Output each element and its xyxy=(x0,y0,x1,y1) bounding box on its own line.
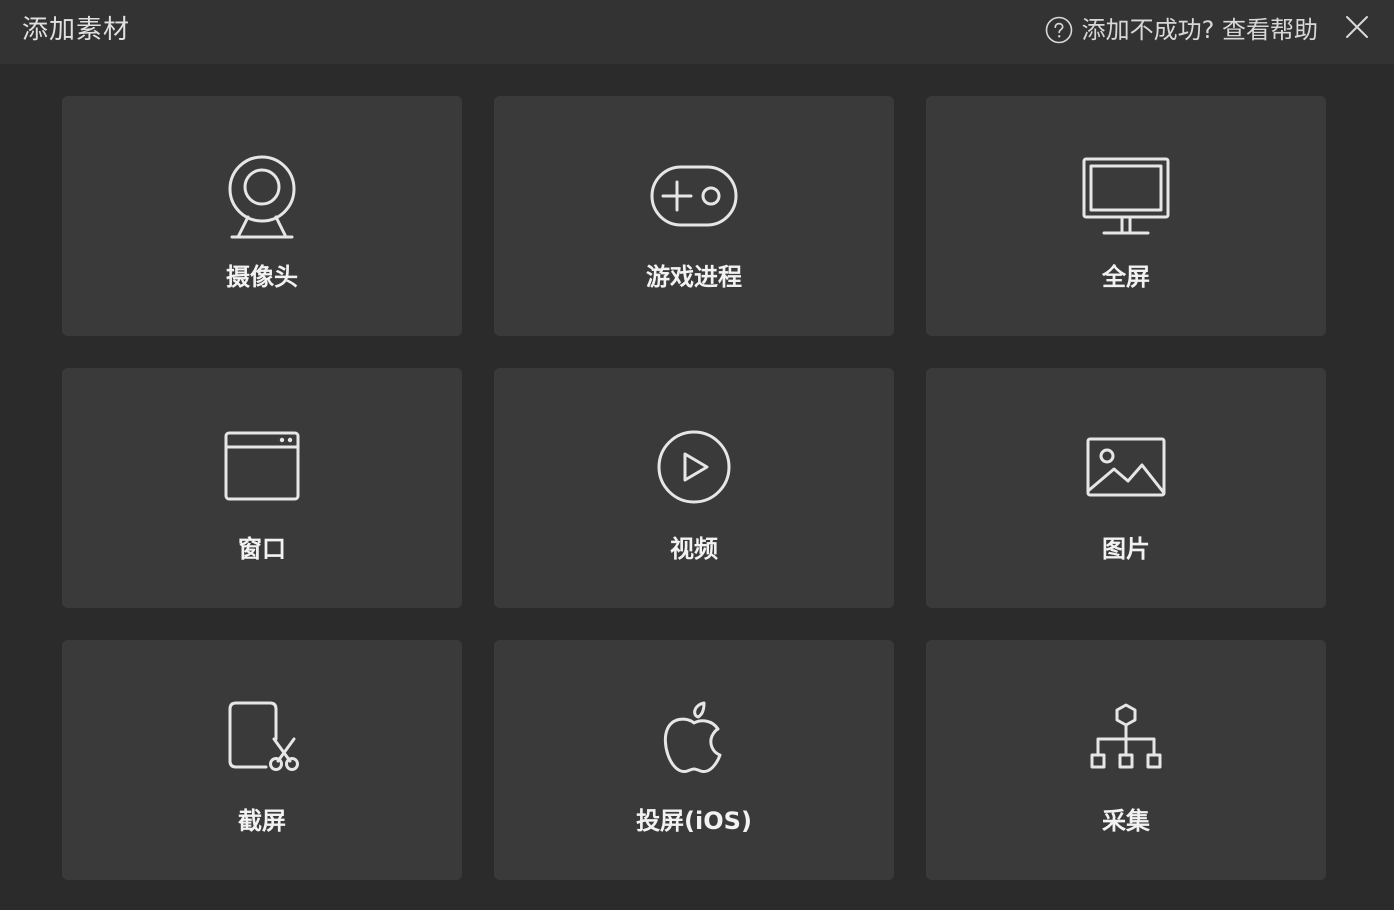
tile-label: 摄像头 xyxy=(226,263,298,291)
window-icon xyxy=(214,423,310,513)
titlebar: 添加素材 添加不成功? 查看帮助 xyxy=(0,0,1394,64)
tile-fullscreen[interactable]: 全屏 xyxy=(926,96,1326,336)
tile-capture[interactable]: 采集 xyxy=(926,640,1326,880)
play-circle-icon xyxy=(646,423,742,513)
tile-label: 截屏 xyxy=(238,807,286,835)
webcam-icon xyxy=(214,151,310,241)
network-tree-icon xyxy=(1078,695,1174,785)
tile-label: 窗口 xyxy=(238,535,286,563)
monitor-icon xyxy=(1078,151,1174,241)
tile-video[interactable]: 视频 xyxy=(494,368,894,608)
tile-label: 投屏(iOS) xyxy=(636,807,752,835)
apple-icon xyxy=(646,695,742,785)
tile-webcam[interactable]: 摄像头 xyxy=(62,96,462,336)
screenshot-scissors-icon xyxy=(214,695,310,785)
help-link[interactable]: 添加不成功? 查看帮助 xyxy=(1045,11,1318,49)
tile-label: 图片 xyxy=(1102,535,1150,563)
add-source-dialog: 添加素材 添加不成功? 查看帮助 摄像头 游戏进程 全屏 窗口 视频 图片 截屏… xyxy=(0,0,1394,910)
tile-label: 全屏 xyxy=(1102,263,1150,291)
tile-ios-mirror[interactable]: 投屏(iOS) xyxy=(494,640,894,880)
close-icon xyxy=(1344,14,1370,40)
tile-game-process[interactable]: 游戏进程 xyxy=(494,96,894,336)
source-type-grid: 摄像头 游戏进程 全屏 窗口 视频 图片 截屏 投屏(iOS) 采集 xyxy=(62,96,1326,880)
tile-image[interactable]: 图片 xyxy=(926,368,1326,608)
tile-window[interactable]: 窗口 xyxy=(62,368,462,608)
question-circle-icon xyxy=(1045,16,1073,44)
dialog-title: 添加素材 xyxy=(22,15,131,45)
help-link-text: 添加不成功? 查看帮助 xyxy=(1081,16,1318,44)
gamepad-icon xyxy=(646,151,742,241)
close-button[interactable] xyxy=(1344,14,1370,40)
tile-label: 视频 xyxy=(670,535,718,563)
image-icon xyxy=(1078,423,1174,513)
tile-label: 游戏进程 xyxy=(646,263,742,291)
tile-screenshot[interactable]: 截屏 xyxy=(62,640,462,880)
tile-label: 采集 xyxy=(1102,807,1150,835)
